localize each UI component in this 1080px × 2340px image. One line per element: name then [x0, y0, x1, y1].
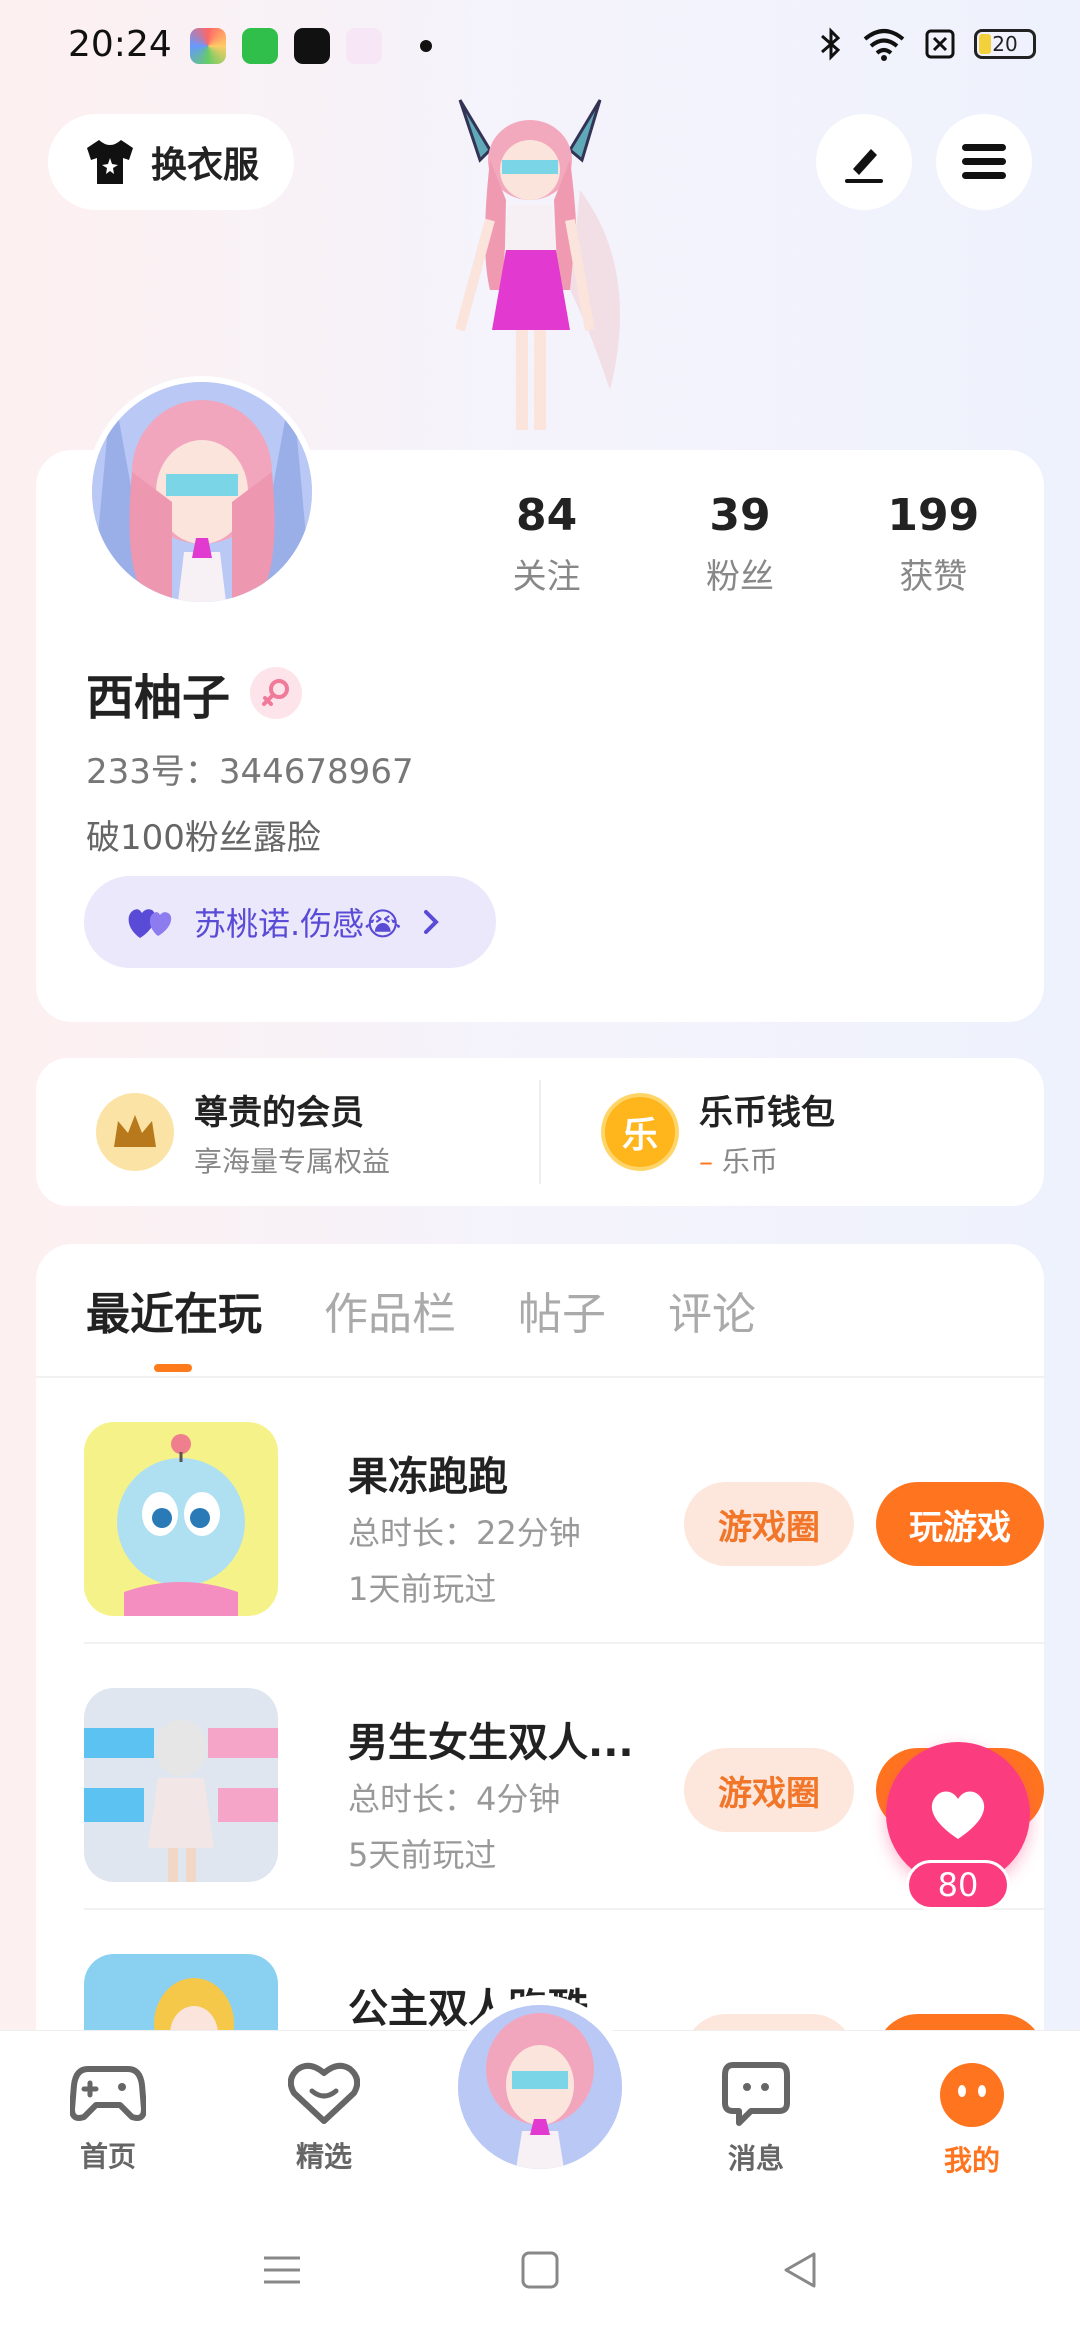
- crown-icon: [96, 1093, 174, 1171]
- play-game-button[interactable]: 玩游戏: [876, 1482, 1044, 1566]
- menu-button[interactable]: [936, 114, 1032, 210]
- tab-bar: 最近在玩 作品栏 帖子 评论: [36, 1244, 1044, 1378]
- game-last-played: 5天前玩过: [348, 1836, 497, 1874]
- stat-label: 粉丝: [705, 557, 774, 597]
- nav-center-avatar[interactable]: [448, 1995, 632, 2179]
- tab-posts[interactable]: 帖子: [518, 1278, 606, 1342]
- stat-following[interactable]: 84 关注: [450, 490, 643, 598]
- cp-relationship-button[interactable]: 苏桃诺.伤感😭: [84, 876, 496, 968]
- gamepad-icon: [69, 2066, 147, 2121]
- coin-icon: 乐: [601, 1093, 679, 1171]
- member-card: 尊贵的会员 享海量专属权益 乐 乐币钱包 – 乐币: [36, 1058, 1044, 1206]
- heart-icon: [931, 1791, 985, 1839]
- avatar: [458, 2005, 622, 2169]
- game-duration: 总时长：4分钟: [348, 1780, 561, 1818]
- wallet-balance: – 乐币: [699, 1140, 835, 1180]
- game-icon: [84, 1422, 278, 1616]
- recent-apps-icon[interactable]: [262, 2250, 302, 2290]
- stats-row: 84 关注 39 粉丝 199 获赞: [450, 490, 1030, 598]
- bio: 破100粉丝露脸: [86, 818, 321, 858]
- wifi-icon: [863, 29, 905, 61]
- female-icon: [250, 667, 303, 719]
- nav-home[interactable]: 首页: [48, 2061, 168, 2175]
- status-bar: 20:24 20: [0, 0, 1080, 96]
- app-star-icon: [346, 28, 382, 64]
- nav-label: 我的: [943, 2144, 1000, 2177]
- wallet-entry[interactable]: 乐 乐币钱包 – 乐币: [541, 1058, 1044, 1206]
- vip-entry[interactable]: 尊贵的会员 享海量专属权益: [36, 1058, 539, 1206]
- tab-comments[interactable]: 评论: [668, 1278, 756, 1342]
- nav-messages[interactable]: 消息: [696, 2061, 816, 2177]
- pencil-icon: [845, 149, 883, 183]
- game-circle-button[interactable]: 游戏圈: [684, 1748, 854, 1832]
- stat-value: 199: [887, 490, 980, 541]
- stat-label: 获赞: [899, 557, 968, 597]
- edit-profile-button[interactable]: [816, 114, 912, 210]
- game-name: 果冻跑跑: [348, 1454, 508, 1500]
- nickname: 西柚子: [86, 670, 231, 726]
- nav-label: 首页: [79, 2140, 136, 2173]
- back-icon[interactable]: [780, 2250, 820, 2290]
- avatar-image: [92, 382, 312, 602]
- system-nav-bar: [0, 2210, 1080, 2340]
- sim-x-icon: [925, 29, 955, 59]
- change-outfit-label: 换衣服: [150, 145, 259, 186]
- nickname-row: 西柚子: [86, 658, 303, 728]
- stat-value: 84: [516, 490, 578, 541]
- double-heart-icon: [128, 909, 172, 938]
- vip-sub: 享海量专属权益: [194, 1144, 391, 1178]
- stat-label: 关注: [512, 557, 581, 597]
- wallet-unit: 乐币: [721, 1144, 778, 1178]
- tshirt-icon: [86, 140, 133, 184]
- chat-bubble-icon: [722, 2062, 790, 2126]
- nav-label: 精选: [295, 2140, 352, 2173]
- battery-icon: 20: [974, 29, 1036, 59]
- change-outfit-button[interactable]: 换衣服: [48, 114, 294, 210]
- nav-featured[interactable]: 精选: [264, 2061, 384, 2175]
- stat-fans[interactable]: 39 粉丝: [643, 490, 836, 598]
- status-right: 20: [818, 26, 1036, 62]
- app-palette-icon: [190, 28, 226, 64]
- nav-label: 消息: [727, 2142, 784, 2175]
- user-id: 233号：344678967: [86, 752, 414, 792]
- me-icon: [940, 2063, 1004, 2127]
- notification-dot: [420, 40, 432, 52]
- like-count-badge: 80: [906, 1860, 1010, 1910]
- app-shopping-icon: [242, 28, 278, 64]
- avatar[interactable]: [86, 376, 318, 608]
- tab-recent-played[interactable]: 最近在玩: [86, 1278, 262, 1372]
- bottom-nav: 首页 精选 消息 我的: [0, 1995, 1080, 2210]
- hamburger-icon: [962, 144, 1006, 179]
- tab-works[interactable]: 作品栏: [324, 1278, 456, 1342]
- vip-title: 尊贵的会员: [194, 1092, 364, 1133]
- status-app-icons: [190, 28, 432, 64]
- heart-badge-icon: [287, 2062, 361, 2124]
- nav-me[interactable]: 我的: [912, 2061, 1032, 2179]
- app-tiktok-icon: [294, 28, 330, 64]
- game-name: 男生女生双人...: [348, 1720, 634, 1766]
- bluetooth-icon: [821, 27, 841, 61]
- game-icon: [84, 1688, 278, 1882]
- status-time: 20:24: [68, 24, 172, 65]
- chevron-right-icon: [423, 910, 439, 934]
- avatar-figure[interactable]: [420, 90, 660, 450]
- stat-likes[interactable]: 199 获赞: [837, 490, 1030, 598]
- home-icon[interactable]: [520, 2250, 560, 2290]
- game-circle-button[interactable]: 游戏圈: [684, 1482, 854, 1566]
- list-item[interactable]: 果冻跑跑 总时长：22分钟 1天前玩过 游戏圈 玩游戏: [84, 1378, 1044, 1644]
- wallet-title: 乐币钱包: [699, 1092, 835, 1133]
- wallet-dash: –: [699, 1144, 713, 1178]
- cp-label: 苏桃诺.伤感😭: [194, 905, 402, 943]
- game-last-played: 1天前玩过: [348, 1570, 497, 1608]
- stat-value: 39: [709, 490, 771, 541]
- game-duration: 总时长：22分钟: [348, 1514, 581, 1552]
